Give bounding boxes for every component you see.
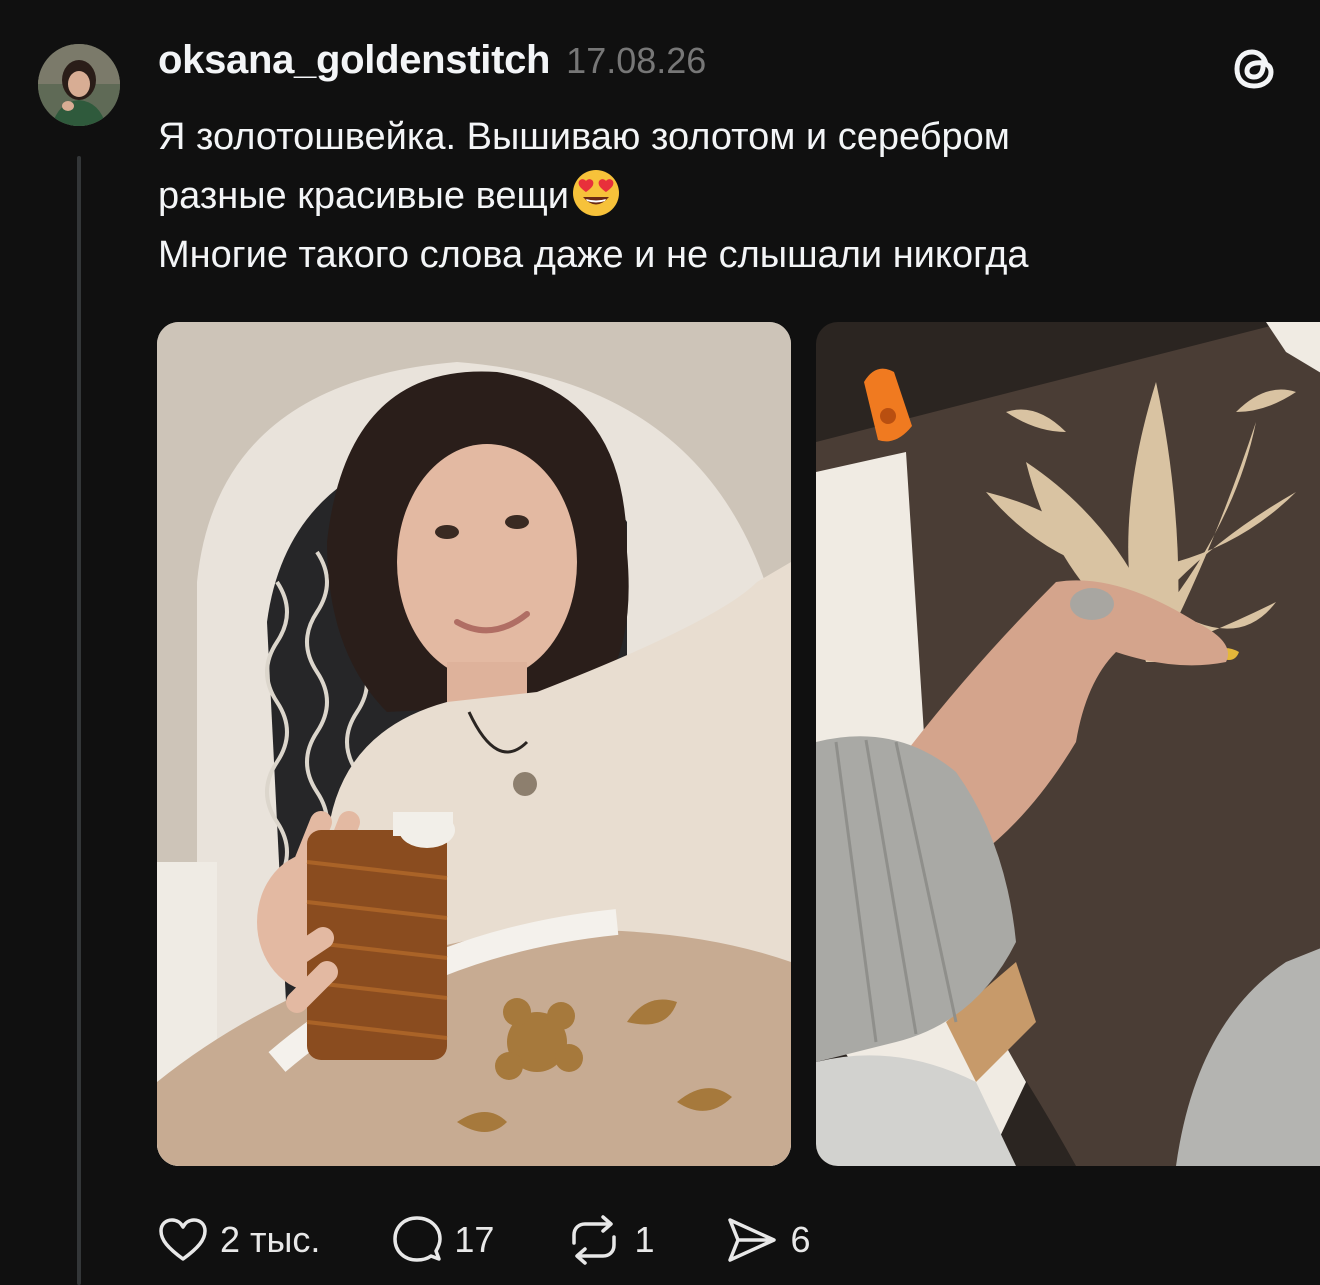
share-button[interactable]: 6 xyxy=(726,1216,811,1264)
post-timestamp[interactable]: 17.08.26 xyxy=(566,40,706,82)
post-actions: 2 тыс. 17 1 6 xyxy=(158,1212,883,1268)
threads-logo-icon[interactable] xyxy=(1228,40,1284,96)
post-text-line-2-wrap: разные красивые вещи xyxy=(158,167,1288,226)
post-text: Я золотошвейка. Вышиваю золотом и серебр… xyxy=(158,108,1288,285)
photo-woman-with-thread xyxy=(157,322,791,1166)
post-image-1[interactable] xyxy=(157,322,791,1166)
photo-hand-embroidering xyxy=(816,322,1320,1166)
repost-button[interactable]: 1 xyxy=(566,1215,654,1265)
reply-button[interactable]: 17 xyxy=(392,1215,494,1265)
post-text-line-3: Многие такого слова даже и не слышали ни… xyxy=(158,234,1029,276)
repost-icon xyxy=(572,1215,617,1265)
heart-eyes-emoji-icon xyxy=(571,168,621,218)
username[interactable]: oksana_goldenstitch xyxy=(158,38,550,83)
share-count: 6 xyxy=(790,1219,811,1260)
post-image-2[interactable] xyxy=(816,322,1320,1166)
reply-count: 17 xyxy=(454,1219,495,1260)
thread-line xyxy=(77,156,81,1285)
post-text-line-1: Я золотошвейка. Вышиваю золотом и серебр… xyxy=(158,116,1010,158)
paper-plane-icon xyxy=(728,1218,777,1262)
like-button[interactable]: 2 тыс. xyxy=(158,1217,320,1263)
post-text-line-2: разные красивые вещи xyxy=(158,175,569,217)
avatar-photo xyxy=(38,44,120,126)
speech-bubble-icon xyxy=(393,1216,443,1262)
repost-count: 1 xyxy=(634,1219,655,1260)
like-count: 2 тыс. xyxy=(220,1219,321,1260)
avatar[interactable] xyxy=(38,44,120,126)
heart-icon xyxy=(159,1218,207,1261)
post-header: oksana_goldenstitch 17.08.26 xyxy=(158,38,706,88)
